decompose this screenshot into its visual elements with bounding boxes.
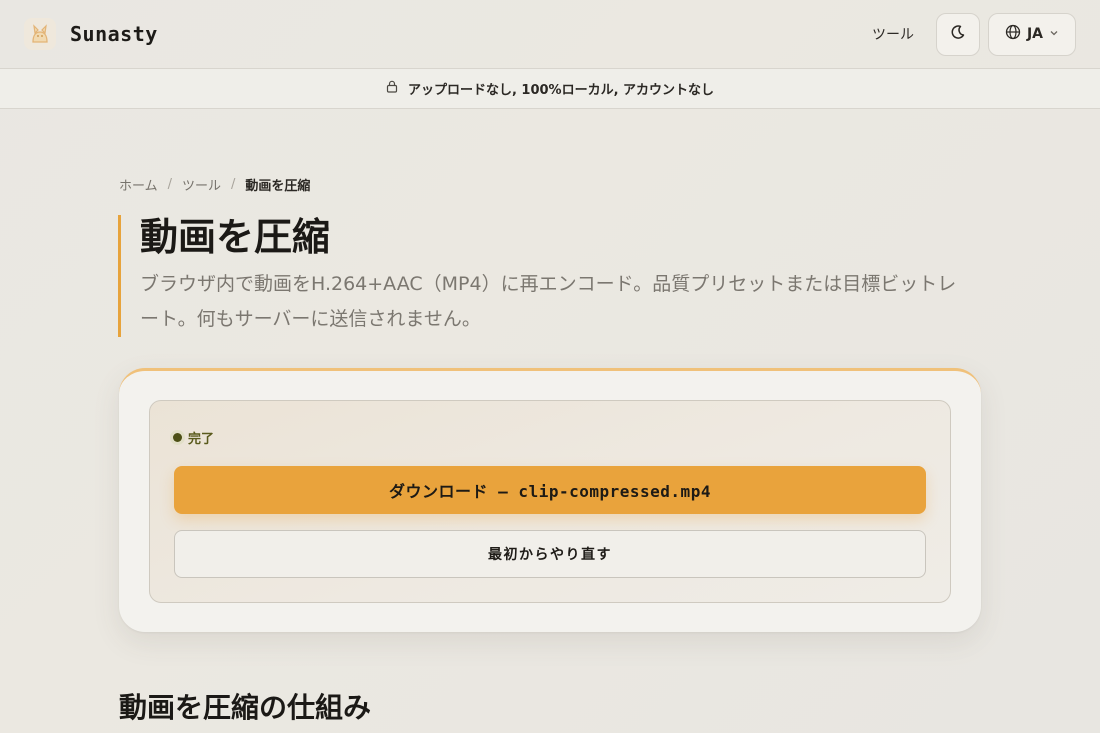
top-header: Sunasty ツール JA — [0, 0, 1100, 68]
page-title: 動画を圧縮 — [140, 215, 331, 259]
how-it-works-heading: 動画を圧縮の仕組み — [119, 691, 372, 724]
brand-name: Sunasty — [70, 22, 158, 46]
cat-logo-icon — [24, 18, 56, 50]
result-panel: 完了 ダウンロード — clip-compressed.mp4 最初からやり直す — [149, 400, 951, 603]
header-nav: ツール JA — [872, 12, 1076, 56]
restart-button[interactable]: 最初からやり直す — [174, 530, 926, 578]
theme-toggle-button[interactable] — [936, 12, 980, 56]
nav-tools-link[interactable]: ツール — [872, 24, 914, 44]
moon-icon — [950, 24, 966, 44]
breadcrumb-separator: / — [231, 177, 236, 192]
status-badge: 完了 — [173, 428, 214, 447]
breadcrumb-home[interactable]: ホーム — [119, 175, 158, 194]
status-dot-icon — [173, 433, 182, 442]
language-select-button[interactable]: JA — [988, 12, 1076, 56]
page-heading: 動画を圧縮 ブラウザ内で動画をH.264+AAC（MP4）に再エンコード。品質プ… — [118, 215, 968, 337]
breadcrumb-current: 動画を圧縮 — [245, 179, 311, 194]
privacy-banner-text: アップロードなし, 100%ローカル, アカウントなし — [407, 83, 715, 98]
language-label: JA — [1026, 26, 1044, 42]
breadcrumb-tools[interactable]: ツール — [182, 175, 221, 194]
breadcrumb: ホーム / ツール / 動画を圧縮 — [119, 175, 310, 194]
page-description: ブラウザ内で動画をH.264+AAC（MP4）に再エンコード。品質プリセットまた… — [140, 273, 957, 330]
tool-card: 完了 ダウンロード — clip-compressed.mp4 最初からやり直す — [119, 368, 981, 632]
breadcrumb-separator: / — [167, 177, 173, 192]
download-button[interactable]: ダウンロード — clip-compressed.mp4 — [174, 466, 926, 514]
privacy-banner: アップロードなし, 100%ローカル, アカウントなし — [0, 68, 1100, 109]
brand[interactable]: Sunasty — [24, 18, 158, 50]
lock-icon — [386, 80, 398, 97]
status-text: 完了 — [188, 432, 215, 447]
chevron-down-icon — [1049, 26, 1059, 42]
globe-icon — [1005, 24, 1021, 44]
